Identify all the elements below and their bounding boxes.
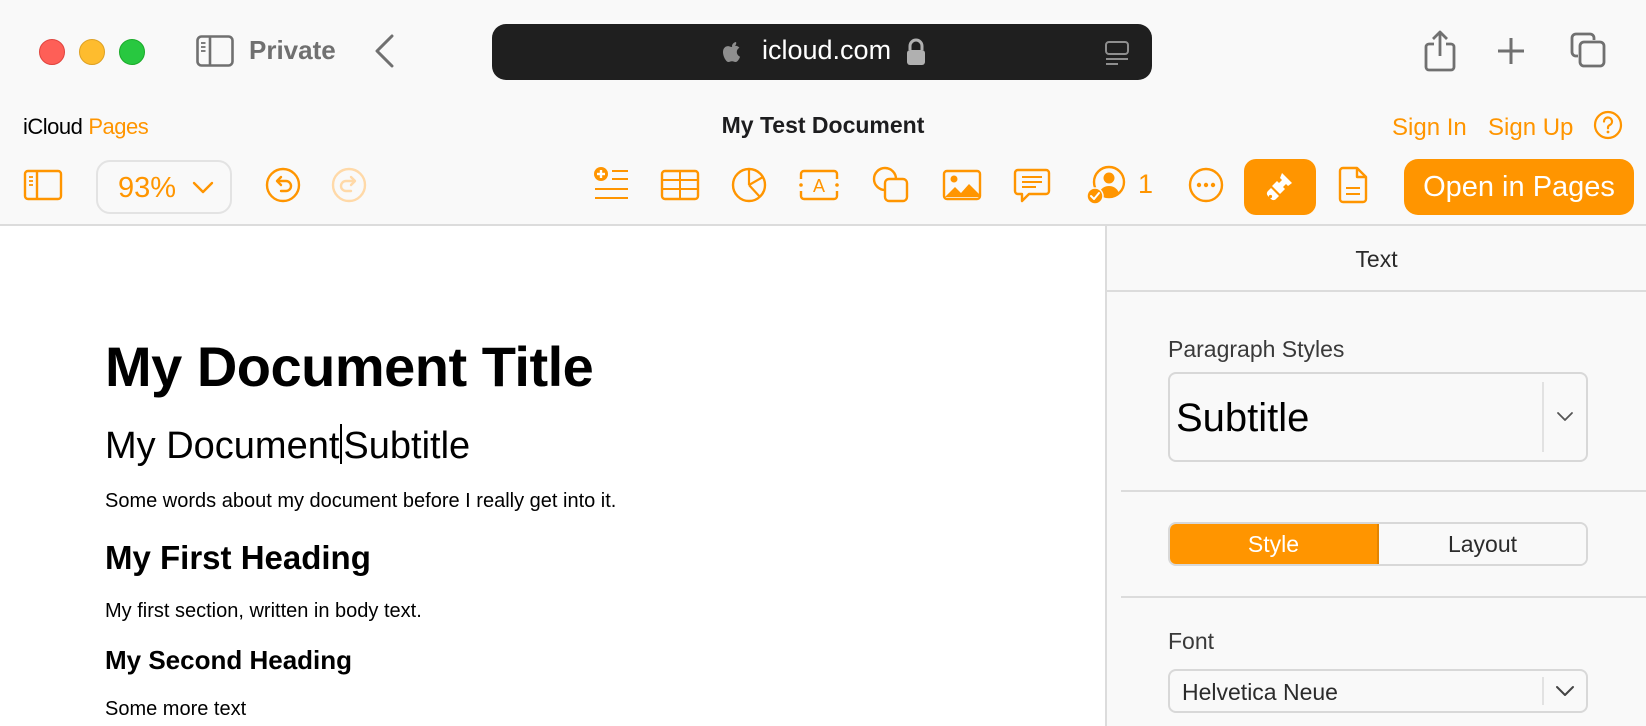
document-title[interactable]: My Test Document [722, 112, 925, 138]
subtitle-text-before-caret: My Document [105, 425, 340, 467]
private-mode-label: Private [249, 35, 336, 65]
browser-toolbar: Private icloud.com [0, 0, 1646, 100]
sign-in-link[interactable]: Sign In [1392, 114, 1467, 142]
comment-icon[interactable] [1012, 165, 1052, 205]
more-icon[interactable] [1186, 165, 1226, 205]
zoom-value: 93% [118, 172, 177, 204]
window-close-button[interactable] [39, 39, 65, 65]
document-canvas[interactable]: My Document Title My Document Subtitle So… [0, 226, 1105, 726]
chevron-down-icon [192, 181, 214, 194]
collaborator-count: 1 [1138, 169, 1154, 199]
chevron-down-icon[interactable] [1555, 685, 1575, 698]
collaborate-icon[interactable] [1086, 165, 1126, 205]
font-family-value: Helvetica Neue [1182, 679, 1338, 705]
paragraph-style-value: Subtitle [1176, 396, 1310, 440]
document-icon[interactable] [1334, 165, 1374, 205]
doc-subtitle-paragraph[interactable]: My Document Subtitle [105, 424, 470, 468]
select-divider [1542, 382, 1544, 452]
app-brand[interactable]: iCloud Pages [23, 114, 149, 140]
reader-mode-icon[interactable] [1104, 40, 1130, 66]
image-icon[interactable] [942, 165, 982, 205]
tabs-icon[interactable] [1570, 32, 1606, 68]
brand-pages: Pages [88, 114, 149, 139]
open-in-pages-button[interactable]: Open in Pages [1404, 159, 1634, 215]
help-icon[interactable] [1593, 110, 1623, 140]
font-label: Font [1168, 628, 1215, 654]
lock-icon [907, 38, 925, 65]
style-layout-segmented-control[interactable]: Style Layout [1168, 522, 1588, 566]
shape-icon[interactable] [871, 165, 911, 205]
divider [1121, 490, 1646, 492]
svg-text:A: A [813, 176, 825, 196]
text-box-icon[interactable]: A [799, 165, 839, 205]
table-icon[interactable] [660, 165, 700, 205]
apple-logo-icon [723, 42, 741, 62]
sidebar-icon[interactable] [23, 165, 63, 205]
pie-chart-icon[interactable] [729, 165, 769, 205]
format-inspector: Text Paragraph Styles Subtitle Style Lay… [1105, 226, 1646, 726]
url-text[interactable]: icloud.com [762, 35, 891, 66]
brand-icloud: iCloud [23, 114, 83, 139]
insert-list-icon[interactable] [592, 165, 632, 205]
share-icon[interactable] [1424, 30, 1456, 72]
font-family-select[interactable]: Helvetica Neue [1168, 669, 1588, 713]
plus-icon[interactable] [1496, 36, 1526, 66]
sidebar-icon[interactable] [196, 35, 234, 67]
paragraph-styles-label: Paragraph Styles [1168, 336, 1345, 362]
doc-title-paragraph[interactable]: My Document Title [105, 334, 594, 399]
format-button[interactable] [1244, 159, 1316, 215]
redo-icon[interactable] [329, 165, 369, 205]
doc-body-paragraph-2[interactable]: Some more text [105, 698, 246, 721]
tab-layout[interactable]: Layout [1379, 524, 1586, 564]
divider [1121, 596, 1646, 598]
subtitle-text-after-caret: Subtitle [343, 425, 471, 467]
tab-style[interactable]: Style [1170, 524, 1379, 564]
doc-body-paragraph-1[interactable]: My first section, written in body text. [105, 600, 422, 623]
doc-heading-2[interactable]: My Second Heading [105, 645, 352, 676]
window-maximize-button[interactable] [119, 39, 145, 65]
paintbrush-icon [1266, 173, 1292, 201]
chevron-left-icon[interactable] [372, 33, 396, 69]
paragraph-style-select[interactable]: Subtitle [1168, 372, 1588, 462]
doc-heading-1[interactable]: My First Heading [105, 539, 371, 577]
inspector-header: Text [1107, 226, 1646, 292]
app-header: iCloud Pages My Test Document Sign In Sig… [0, 100, 1646, 226]
select-divider [1542, 677, 1544, 705]
zoom-select[interactable]: 93% [96, 160, 232, 214]
undo-icon[interactable] [263, 165, 303, 205]
window-minimize-button[interactable] [79, 39, 105, 65]
address-bar[interactable]: icloud.com [492, 24, 1152, 80]
chevron-down-icon[interactable] [1556, 411, 1574, 423]
sign-up-link[interactable]: Sign Up [1488, 114, 1573, 142]
doc-intro-paragraph[interactable]: Some words about my document before I re… [105, 490, 616, 513]
